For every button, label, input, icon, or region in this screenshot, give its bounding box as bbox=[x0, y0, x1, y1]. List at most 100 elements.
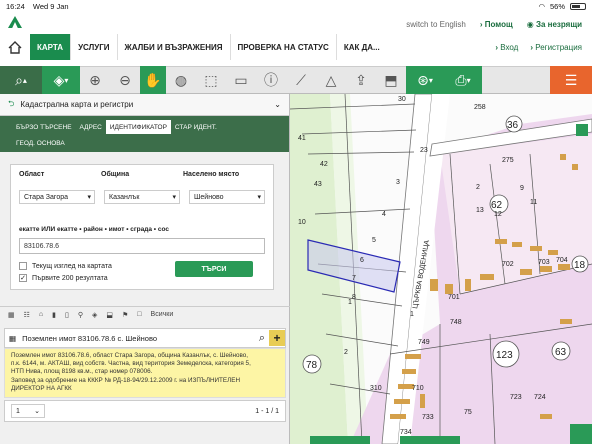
svg-text:30: 30 bbox=[398, 96, 406, 103]
svg-text:13: 13 bbox=[476, 207, 484, 214]
tab-address[interactable]: АДРЕС bbox=[76, 120, 106, 134]
identifier-form: Област Община Населено място Стара Загор… bbox=[10, 164, 274, 290]
layers-icon: ◈ bbox=[53, 71, 65, 88]
svg-text:4: 4 bbox=[382, 211, 386, 218]
pager: 1 ⌄ 1 - 1 / 1 bbox=[4, 400, 286, 422]
svg-text:3: 3 bbox=[396, 179, 400, 186]
grid-icon[interactable]: ▦ bbox=[8, 311, 15, 319]
page-select[interactable]: 1 ⌄ bbox=[11, 404, 45, 418]
nav-how-to[interactable]: КАК ДА... bbox=[335, 34, 387, 60]
flag-icon[interactable]: ⚑ bbox=[122, 311, 128, 319]
cadastral-map[interactable]: 30 258 41 42 43 10 23 275 34 56 78 1 13 12 2 9… bbox=[290, 94, 592, 444]
chevron-down-icon: ⌄ bbox=[34, 408, 40, 415]
svg-text:723: 723 bbox=[510, 394, 522, 401]
nav-map[interactable]: КАРТА bbox=[30, 34, 71, 60]
site-header: switch to English › Помощ ◉ За незрящи К… bbox=[0, 12, 592, 67]
layers-tool-button[interactable]: ◈ ▾ bbox=[42, 66, 80, 94]
tab-identifier[interactable]: ИДЕНТИФИКАТОР bbox=[105, 120, 171, 134]
add-button[interactable]: + bbox=[269, 330, 285, 346]
list-icon[interactable]: ☷ bbox=[24, 311, 30, 319]
switch-language-link[interactable]: switch to English bbox=[406, 20, 466, 29]
settlement-select[interactable]: Шейново ▾ bbox=[189, 190, 265, 204]
select-polygon-icon: ▭ bbox=[234, 71, 248, 88]
help-link[interactable]: › Помощ bbox=[480, 20, 513, 29]
measure-area-button[interactable]: △ bbox=[316, 66, 346, 94]
svg-text:1: 1 bbox=[410, 311, 414, 318]
menu-button[interactable]: ☰ bbox=[550, 66, 592, 94]
svg-text:310: 310 bbox=[370, 385, 382, 392]
auth-links: › Вход › Регистрация bbox=[495, 43, 582, 52]
tab-quick-search[interactable]: БЪРЗО ТЪРСЕНЕ bbox=[12, 120, 76, 134]
home-icon[interactable]: ⌂ bbox=[39, 311, 43, 318]
svg-text:733: 733 bbox=[422, 414, 434, 421]
panel-header[interactable]: ⮌ Кадастрална карта и регистри ⌄ bbox=[0, 94, 289, 116]
tab-geodetic-base[interactable]: ГЕОД. ОСНОВА bbox=[12, 136, 69, 150]
map-canvas[interactable]: 30258 4142 4310 23275 34 56 78 113 122 9… bbox=[290, 94, 592, 444]
all-label[interactable]: Всички bbox=[151, 311, 174, 318]
svg-text:703: 703 bbox=[538, 259, 550, 266]
crop-icon: ⬒ bbox=[384, 71, 398, 88]
accessibility-link[interactable]: ◉ За незрящи bbox=[527, 20, 582, 29]
zoom-in-button[interactable]: ⊕ bbox=[80, 66, 110, 94]
search-button[interactable]: ТЪРСИ bbox=[175, 261, 253, 277]
tab-old-identifier[interactable]: СТАР ИДЕНТ. bbox=[171, 120, 221, 134]
first-200-checkbox[interactable]: ✓ Първите 200 резултата bbox=[19, 274, 112, 282]
result-filter-row: ▦ ☷ ⌂ ▮ ▯ ⚲ ◈ ⬓ ⚑ □ Всички bbox=[0, 306, 290, 322]
page-info: 1 - 1 / 1 bbox=[255, 407, 279, 415]
result-title: Поземлен имот 83106.78.6 с. Шейново bbox=[22, 333, 158, 343]
printer-icon: ⎙ bbox=[455, 71, 467, 88]
region-label: Област bbox=[19, 171, 45, 178]
area-icon: △ bbox=[325, 71, 337, 88]
chevron-down-icon: ⌄ bbox=[274, 100, 281, 109]
svg-text:702: 702 bbox=[502, 261, 514, 268]
svg-text:123: 123 bbox=[496, 350, 513, 361]
svg-text:258: 258 bbox=[474, 104, 486, 111]
map-toolbar: ⌕ ▴ ◈ ▾ ⊕ ⊖ ✋ ◍ ⬚ ▭ ⓘ ⟋ △ ⇪ ⬒ ⊛ ▾ ⎙ ▾ ☰ bbox=[0, 66, 592, 94]
result-line: НТП Нива, площ 8198 кв.м., стар номер 07… bbox=[11, 368, 153, 376]
flat-icon[interactable]: ▯ bbox=[65, 311, 69, 319]
pin-icon[interactable]: ⚲ bbox=[78, 311, 83, 319]
print-button[interactable]: ⎙ ▾ bbox=[444, 66, 482, 94]
battery-icon bbox=[570, 2, 586, 10]
globe-button[interactable]: ◍ bbox=[166, 66, 196, 94]
identifier-input[interactable]: 83106.78.6 bbox=[19, 238, 265, 254]
result-line: Поземлен имот 83106.78.6, област Стара З… bbox=[11, 352, 249, 359]
region-select[interactable]: Стара Загора ▾ bbox=[19, 190, 95, 204]
wifi-icon: ◠ bbox=[538, 1, 545, 11]
svg-text:75: 75 bbox=[464, 409, 472, 416]
select-polygon-button[interactable]: ▭ bbox=[226, 66, 256, 94]
building-icon[interactable]: ▮ bbox=[52, 311, 56, 319]
pan-button[interactable]: ✋ bbox=[140, 66, 166, 94]
info-button[interactable]: ⓘ bbox=[256, 66, 286, 94]
nav-services[interactable]: УСЛУГИ bbox=[70, 34, 116, 60]
search-icon[interactable]: ⌕ bbox=[259, 332, 265, 345]
municipality-label: Община bbox=[101, 171, 130, 178]
zoom-out-icon: ⊖ bbox=[119, 71, 131, 88]
zoom-out-button[interactable]: ⊖ bbox=[110, 66, 140, 94]
register-link[interactable]: › Регистрация bbox=[530, 43, 582, 52]
select-area-button[interactable]: ⬚ bbox=[196, 66, 226, 94]
result-details: Поземлен имот 83106.78.6, област Стара З… bbox=[4, 348, 286, 398]
main-nav: КАРТА УСЛУГИ ЖАЛБИ И ВЪЗРАЖЕНИЯ ПРОВЕРКА… bbox=[0, 34, 387, 60]
home-icon[interactable] bbox=[0, 34, 30, 60]
hand-icon: ✋ bbox=[144, 71, 162, 88]
layers-icon[interactable]: ◈ bbox=[92, 311, 97, 319]
upload-button[interactable]: ⇪ bbox=[346, 66, 376, 94]
measure-button[interactable]: ⟋ bbox=[286, 66, 316, 94]
square-icon[interactable]: □ bbox=[137, 311, 141, 318]
result-line: п.к. 6144, м. АКТАШ, вид собств. Частна,… bbox=[11, 360, 251, 368]
current-view-checkbox[interactable]: Текущ изглед на картата bbox=[19, 262, 112, 270]
svg-text:5: 5 bbox=[372, 237, 376, 244]
search-tool-button[interactable]: ⌕ ▴ bbox=[0, 66, 42, 94]
structure-icon[interactable]: ⬓ bbox=[106, 311, 113, 319]
print-area-button[interactable]: ⬒ bbox=[376, 66, 406, 94]
upload-icon: ⇪ bbox=[355, 71, 367, 88]
svg-text:43: 43 bbox=[314, 181, 322, 188]
location-button[interactable]: ⊛ ▾ bbox=[406, 66, 444, 94]
result-header[interactable]: ▦ Поземлен имот 83106.78.6 с. Шейново ⌕ … bbox=[4, 328, 286, 348]
municipality-select[interactable]: Казанлък ▾ bbox=[104, 190, 180, 204]
svg-text:734: 734 bbox=[400, 429, 412, 436]
nav-complaints[interactable]: ЖАЛБИ И ВЪЗРАЖЕНИЯ bbox=[116, 34, 230, 60]
login-link[interactable]: › Вход bbox=[495, 43, 518, 52]
nav-status-check[interactable]: ПРОВЕРКА НА СТАТУС bbox=[229, 34, 336, 60]
